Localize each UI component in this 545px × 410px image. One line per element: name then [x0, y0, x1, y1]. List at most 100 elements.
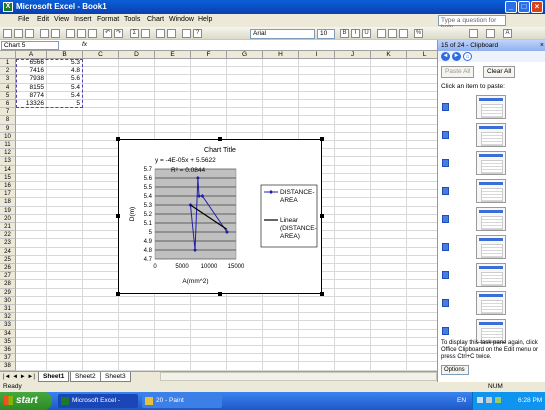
font-size-select[interactable]: 10	[317, 29, 335, 39]
row-header-22[interactable]: 22	[0, 231, 16, 240]
chart-handle-n[interactable]	[218, 137, 222, 141]
drawing-icon[interactable]	[167, 29, 176, 38]
tab-sheet2[interactable]: Sheet2	[70, 372, 101, 382]
italic-icon[interactable]: I	[351, 29, 360, 38]
menu-edit[interactable]: Edit	[37, 16, 49, 23]
menu-file[interactable]: File	[18, 16, 29, 23]
redo-icon[interactable]: ↷	[114, 29, 123, 38]
row-header-33[interactable]: 33	[0, 321, 16, 330]
autosum-icon[interactable]: Σ	[130, 29, 139, 38]
font-name-select[interactable]: Arial	[250, 29, 315, 39]
clipboard-item[interactable]	[441, 234, 542, 260]
row-header-11[interactable]: 11	[0, 141, 16, 150]
row-header-4[interactable]: 4	[0, 83, 16, 92]
back-icon[interactable]: ◄	[441, 52, 450, 61]
row-header-1[interactable]: 1	[0, 59, 16, 68]
row-header-10[interactable]: 10	[0, 132, 16, 141]
formula-bar[interactable]	[0, 40, 437, 51]
row-header-31[interactable]: 31	[0, 305, 16, 314]
ask-question-input[interactable]: Type a question for help	[438, 15, 506, 31]
save-icon[interactable]	[25, 29, 34, 38]
row-header-13[interactable]: 13	[0, 157, 16, 166]
column-header-f[interactable]: F	[191, 51, 227, 59]
row-header-7[interactable]: 7	[0, 108, 16, 117]
row-header-34[interactable]: 34	[0, 329, 16, 338]
clock[interactable]: 6:28 PM	[518, 397, 542, 404]
fill-color-icon[interactable]	[486, 29, 495, 38]
help-icon[interactable]: ?	[193, 29, 202, 38]
language-indicator[interactable]: EN	[457, 397, 466, 404]
align-center-icon[interactable]	[388, 29, 397, 38]
column-header-l[interactable]: L	[407, 51, 437, 59]
home-icon[interactable]: ⌂	[463, 52, 472, 61]
column-header-b[interactable]: B	[47, 51, 83, 59]
maximize-button[interactable]: □	[518, 1, 530, 13]
row-header-38[interactable]: 38	[0, 362, 16, 371]
row-header-17[interactable]: 17	[0, 190, 16, 199]
row-header-27[interactable]: 27	[0, 272, 16, 281]
security-icon[interactable]	[495, 397, 501, 403]
network-icon[interactable]	[477, 397, 483, 403]
horizontal-scrollbar[interactable]	[160, 372, 437, 381]
row-header-21[interactable]: 21	[0, 223, 16, 232]
close-button[interactable]: ×	[531, 1, 543, 13]
bold-icon[interactable]: B	[340, 29, 349, 38]
sheet-nav-buttons[interactable]: |◄ ◄ ► ►|	[3, 374, 35, 380]
column-header-d[interactable]: D	[119, 51, 155, 59]
column-header-c[interactable]: C	[83, 51, 119, 59]
align-right-icon[interactable]	[399, 29, 408, 38]
menu-format[interactable]: Format	[97, 16, 119, 23]
tab-sheet3[interactable]: Sheet3	[100, 372, 131, 382]
tab-sheet1[interactable]: Sheet1	[38, 372, 70, 382]
row-header-8[interactable]: 8	[0, 116, 16, 125]
sort-icon[interactable]	[141, 29, 150, 38]
task-paint[interactable]: 20 - Paint	[142, 394, 222, 408]
row-header-30[interactable]: 30	[0, 296, 16, 305]
name-box[interactable]: Chart 5	[1, 41, 59, 50]
clipboard-item[interactable]	[441, 262, 542, 288]
menu-chart[interactable]: Chart	[147, 16, 164, 23]
select-all-corner[interactable]	[0, 51, 16, 59]
row-header-16[interactable]: 16	[0, 182, 16, 191]
forward-icon[interactable]: ►	[452, 52, 461, 61]
start-button[interactable]: start	[0, 392, 52, 410]
print-preview-icon[interactable]	[51, 29, 60, 38]
row-header-35[interactable]: 35	[0, 337, 16, 346]
underline-icon[interactable]: U	[362, 29, 371, 38]
print-icon[interactable]	[40, 29, 49, 38]
clipboard-item[interactable]	[441, 290, 542, 316]
chart-object[interactable]: Chart Title 5.7 5.6 5.5 5.4 5.3 5.2 5.1 5 4.9 4.8…	[118, 139, 322, 294]
paste-icon[interactable]	[88, 29, 97, 38]
font-color-icon[interactable]: A	[503, 29, 512, 38]
borders-icon[interactable]	[469, 29, 478, 38]
menu-view[interactable]: View	[54, 16, 69, 23]
row-header-20[interactable]: 20	[0, 214, 16, 223]
column-header-a[interactable]: A	[16, 51, 47, 59]
paste-all-button[interactable]: Paste All	[441, 66, 475, 78]
row-header-29[interactable]: 29	[0, 288, 16, 297]
cut-icon[interactable]	[66, 29, 75, 38]
chart-handle-w[interactable]	[116, 214, 120, 218]
row-header-32[interactable]: 32	[0, 313, 16, 322]
row-header-23[interactable]: 23	[0, 239, 16, 248]
column-header-e[interactable]: E	[155, 51, 191, 59]
task-excel[interactable]: Microsoft Excel - Book1	[58, 394, 138, 408]
new-icon[interactable]	[3, 29, 12, 38]
options-button[interactable]: Options	[441, 365, 469, 375]
chart-wizard-icon[interactable]	[156, 29, 165, 38]
clipboard-item[interactable]	[441, 178, 542, 204]
row-header-3[interactable]: 3	[0, 75, 16, 84]
chart-handle-sw[interactable]	[116, 292, 120, 296]
row-header-26[interactable]: 26	[0, 264, 16, 273]
minimize-button[interactable]: _	[505, 1, 517, 13]
row-header-18[interactable]: 18	[0, 198, 16, 207]
row-header-19[interactable]: 19	[0, 206, 16, 215]
menu-help[interactable]: Help	[198, 16, 212, 23]
row-header-12[interactable]: 12	[0, 149, 16, 158]
chart-handle-s[interactable]	[218, 292, 222, 296]
clipboard-item[interactable]	[441, 206, 542, 232]
open-icon[interactable]	[14, 29, 23, 38]
row-header-28[interactable]: 28	[0, 280, 16, 289]
column-header-h[interactable]: H	[263, 51, 299, 59]
row-header-5[interactable]: 5	[0, 91, 16, 100]
